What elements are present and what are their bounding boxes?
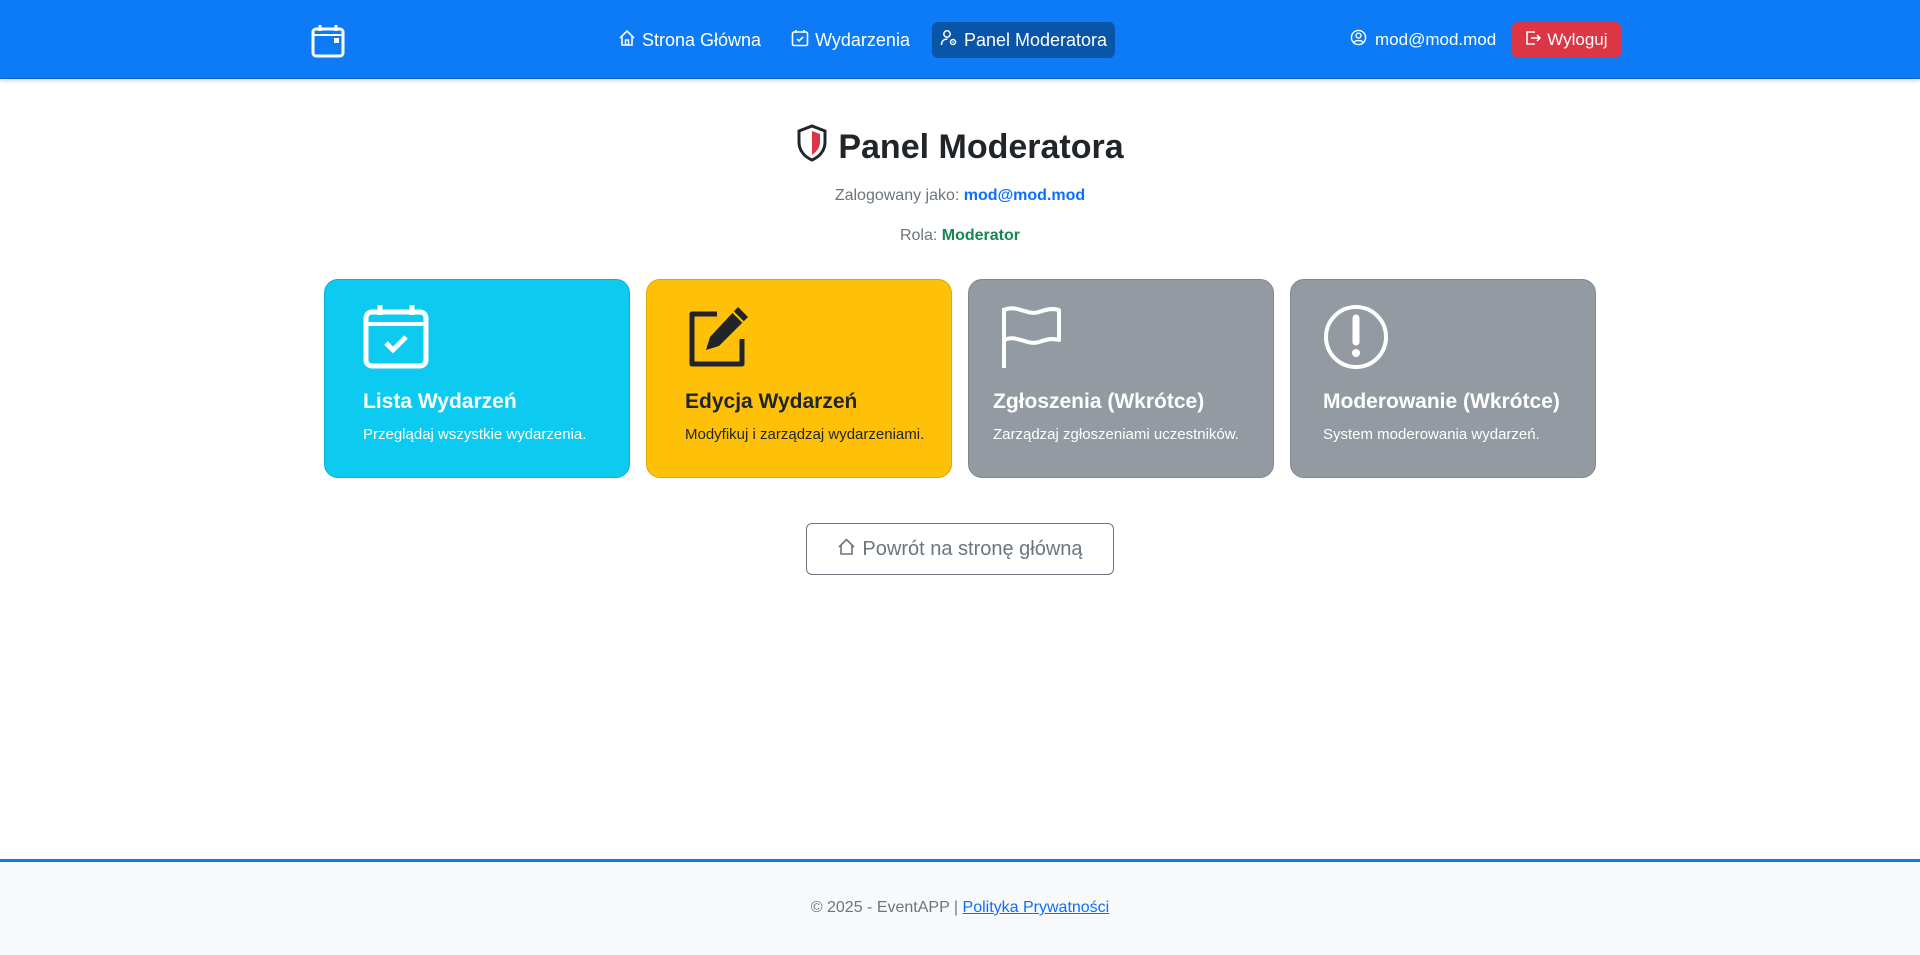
house-icon — [618, 29, 636, 52]
back-home-button[interactable]: Powrót na stronę główną — [806, 523, 1114, 575]
calendar-check-icon — [363, 304, 429, 370]
card-title: Zgłoszenia (Wkrótce) — [993, 390, 1205, 413]
user-area: mod@mod.mod Wyloguj — [1346, 22, 1621, 58]
role-value: Moderator — [941, 227, 1021, 244]
card-description: Przeglądaj wszystkie wydarzenia. — [363, 426, 587, 443]
shield-icon — [796, 124, 828, 171]
role-label: Rola: — [899, 227, 938, 244]
nav-home-label: Strona Główna — [642, 29, 762, 50]
logout-button[interactable]: Wyloguj — [1512, 22, 1621, 58]
privacy-policy-link[interactable]: Polityka Prywatności — [963, 899, 1110, 916]
card-title: Moderowanie (Wkrótce) — [1323, 390, 1560, 413]
person-circle-icon — [1350, 29, 1367, 51]
box-arrow-right-icon — [1525, 30, 1542, 51]
nav-events-label: Wydarzenia — [815, 29, 910, 50]
user-account[interactable]: mod@mod.mod — [1346, 22, 1500, 58]
pencil-square-icon — [685, 304, 751, 370]
house-icon — [837, 537, 856, 562]
card-event-edit[interactable]: Edycja Wydarzeń Modyfikuj i zarządzaj wy… — [646, 279, 952, 478]
nav-home[interactable]: Strona Główna — [610, 22, 769, 58]
card-description: System moderowania wydarzeń. — [1323, 426, 1540, 443]
user-role: Rola: Moderator — [0, 227, 1920, 245]
nav-moderator-label: Panel Moderatora — [963, 29, 1108, 50]
card-description: Zarządzaj zgłoszeniami uczestników. — [993, 426, 1239, 443]
logged-as: Zalogowany jako: mod@mod.mod — [0, 187, 1920, 205]
card-event-list[interactable]: Lista Wydarzeń Przeglądaj wszystkie wyda… — [324, 279, 630, 478]
dashboard-cards: Lista Wydarzeń Przeglądaj wszystkie wyda… — [324, 279, 1596, 478]
back-home-label: Powrót na stronę główną — [862, 537, 1083, 560]
card-title: Lista Wydarzeń — [363, 390, 517, 413]
page-title: Panel Moderatora — [796, 124, 1124, 171]
page-title-text: Panel Moderatora — [838, 128, 1124, 166]
person-gear-icon — [940, 29, 958, 52]
card-title: Edycja Wydarzeń — [685, 390, 858, 413]
footer-copyright: © 2025 - EventAPP | — [810, 899, 959, 916]
flag-icon — [999, 304, 1065, 370]
nav-events[interactable]: Wydarzenia — [783, 22, 918, 58]
navbar: Strona Główna Wydarzenia Panel Moderator… — [0, 0, 1920, 79]
card-description: Modyfikuj i zarządzaj wydarzeniami. — [685, 426, 925, 443]
logged-as-label: Zalogowany jako: — [834, 187, 960, 204]
exclamation-circle-icon — [1323, 304, 1389, 370]
footer: © 2025 - EventAPP | Polityka Prywatności — [0, 859, 1920, 955]
page-header: Panel Moderatora Zalogowany jako: mod@mo… — [0, 124, 1920, 245]
card-moderation[interactable]: Moderowanie (Wkrótce) System moderowania… — [1290, 279, 1596, 478]
calendar-check-icon — [791, 29, 809, 52]
nav-moderator-panel[interactable]: Panel Moderatora — [931, 22, 1116, 58]
user-email: mod@mod.mod — [1375, 30, 1497, 49]
calendar-icon[interactable] — [311, 24, 345, 58]
card-reports[interactable]: Zgłoszenia (Wkrótce) Zarządzaj zgłoszeni… — [968, 279, 1274, 478]
main-nav: Strona Główna Wydarzenia Panel Moderator… — [610, 22, 1116, 58]
logout-label: Wyloguj — [1547, 30, 1608, 49]
logged-as-value: mod@mod.mod — [963, 187, 1086, 204]
